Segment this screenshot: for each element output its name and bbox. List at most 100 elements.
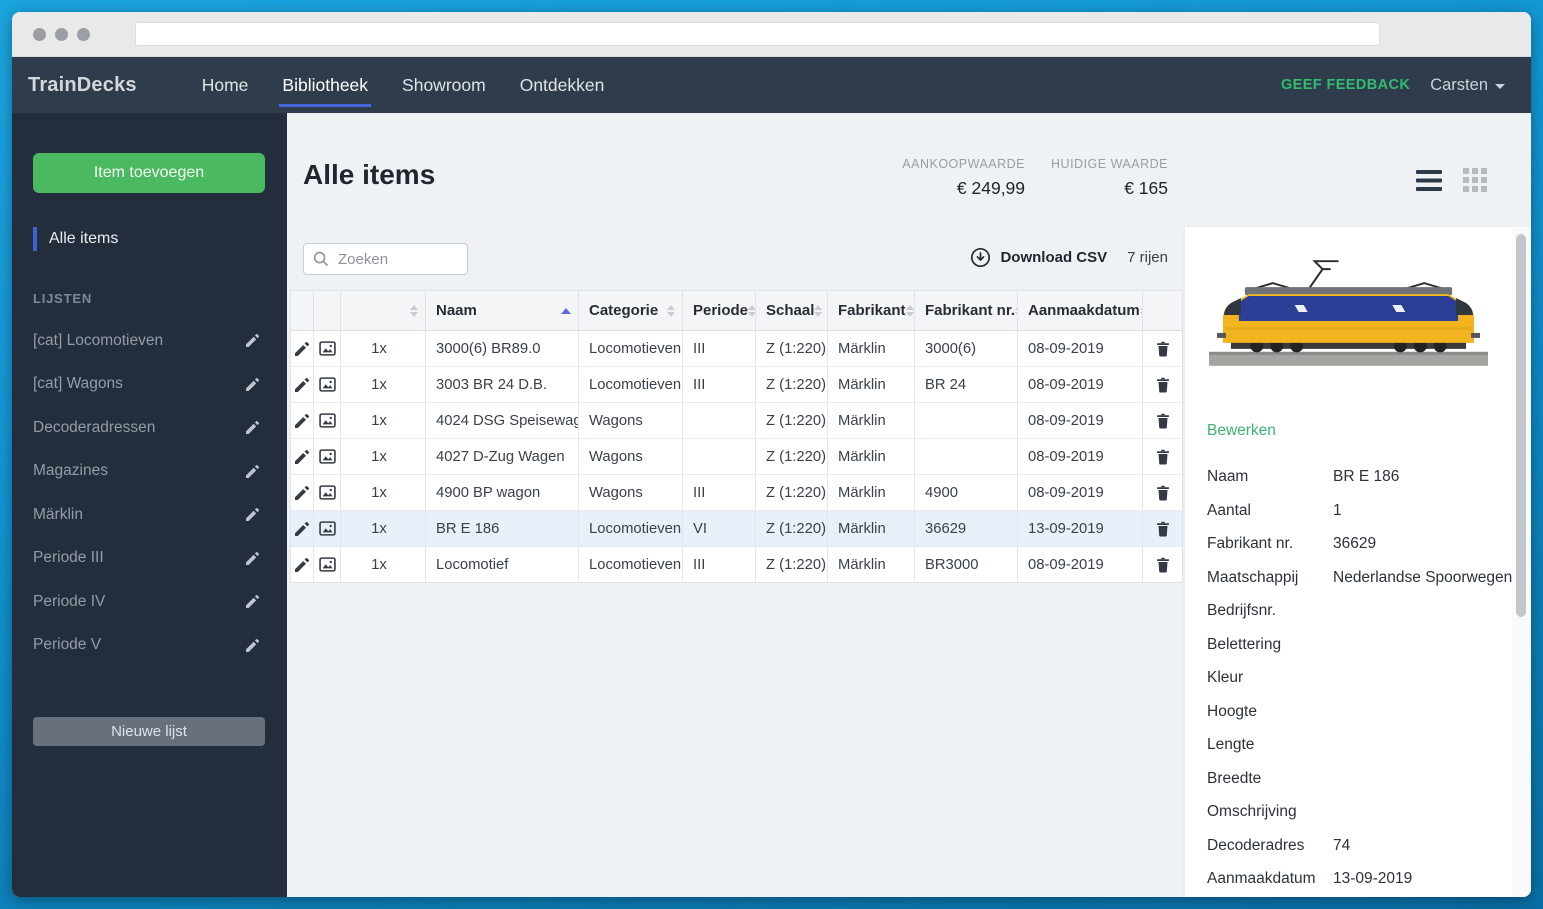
image-icon[interactable] xyxy=(314,331,341,366)
cell-quantity: 1x xyxy=(341,403,426,438)
image-icon[interactable] xyxy=(314,403,341,438)
cell-periode: III xyxy=(683,367,756,402)
sidebar-list-item[interactable]: Märklin xyxy=(12,493,287,537)
trash-icon[interactable] xyxy=(1143,403,1182,438)
column-header[interactable] xyxy=(314,291,341,330)
download-icon[interactable] xyxy=(970,247,991,268)
grid-view-icon[interactable] xyxy=(1463,168,1487,192)
sidebar-list-item[interactable]: Magazines xyxy=(12,450,287,494)
table-row[interactable]: 1x 4024 DSG Speisewagen Wagons Z (1:220)… xyxy=(291,403,1182,439)
sort-icon[interactable] xyxy=(814,304,823,317)
nav-link[interactable]: Showroom xyxy=(389,57,499,113)
trash-icon[interactable] xyxy=(1143,475,1182,510)
sidebar-list-item[interactable]: Periode IV xyxy=(12,580,287,624)
sidebar-list-item[interactable]: [cat] Locomotieven xyxy=(12,319,287,363)
window-control-minimize[interactable] xyxy=(55,28,68,41)
table-row[interactable]: 1x 4900 BP wagon Wagons III Z (1:220) Mä… xyxy=(291,475,1182,511)
detail-field-label: Omschrijving xyxy=(1207,803,1297,820)
feedback-link[interactable]: GEEF FEEDBACK xyxy=(1281,77,1410,93)
detail-field-row: Aanmaakdatum 13-09-2019 xyxy=(1207,869,1497,889)
edit-pencil-icon[interactable] xyxy=(246,551,259,565)
new-list-button[interactable]: Nieuwe lijst xyxy=(33,717,265,746)
purchase-value-label: AANKOOPWAARDE xyxy=(902,157,1026,171)
scrollbar-thumb[interactable] xyxy=(1516,234,1526,617)
trash-icon[interactable] xyxy=(1143,367,1182,402)
edit-pencil-icon[interactable] xyxy=(246,334,259,348)
table-row[interactable]: 1x Locomotief Locomotieven III Z (1:220)… xyxy=(291,547,1182,582)
trash-icon[interactable] xyxy=(1143,547,1182,582)
image-icon[interactable] xyxy=(314,439,341,474)
column-header[interactable]: Naam xyxy=(426,291,579,330)
edit-pencil-icon[interactable] xyxy=(246,638,259,652)
column-header[interactable]: Fabrikant xyxy=(828,291,915,330)
edit-pencil-icon[interactable] xyxy=(246,421,259,435)
view-toggle xyxy=(1416,168,1487,192)
column-header-label: Fabrikant nr. xyxy=(925,302,1016,319)
cell-periode xyxy=(683,403,756,438)
sidebar-item-all-items[interactable]: Alle items xyxy=(33,227,118,251)
window-controls xyxy=(33,28,90,41)
edit-pencil-icon[interactable] xyxy=(291,367,314,402)
window-control-close[interactable] xyxy=(33,28,46,41)
nav-link[interactable]: Home xyxy=(189,57,262,113)
sidebar-list-item[interactable]: Periode V xyxy=(12,624,287,668)
detail-field-value: 13-09-2019 xyxy=(1333,870,1413,887)
edit-pencil-icon[interactable] xyxy=(246,508,259,522)
scrollbar-track[interactable] xyxy=(1512,227,1531,897)
edit-pencil-icon[interactable] xyxy=(246,595,259,609)
nav-link[interactable]: Bibliotheek xyxy=(269,57,381,113)
sidebar-list-item[interactable]: [cat] Wagons xyxy=(12,363,287,407)
app-logo[interactable]: TrainDecks xyxy=(28,74,137,97)
user-menu[interactable]: Carsten xyxy=(1430,76,1505,95)
trash-icon[interactable] xyxy=(1143,511,1182,546)
add-item-button[interactable]: Item toevoegen xyxy=(33,153,265,193)
window-control-maximize[interactable] xyxy=(77,28,90,41)
table-row[interactable]: 1x BR E 186 Locomotieven VI Z (1:220) Mä… xyxy=(291,511,1182,547)
edit-pencil-icon[interactable] xyxy=(246,377,259,391)
image-icon[interactable] xyxy=(314,475,341,510)
sort-icon[interactable] xyxy=(748,304,755,317)
page-title: Alle items xyxy=(303,159,436,190)
edit-item-link[interactable]: Bewerken xyxy=(1207,422,1276,440)
edit-pencil-icon[interactable] xyxy=(246,464,259,478)
cell-periode: III xyxy=(683,475,756,510)
sort-icon[interactable] xyxy=(667,304,675,317)
sort-icon[interactable] xyxy=(905,304,914,317)
column-header-label: Aanmaakdatum xyxy=(1028,302,1140,319)
edit-pencil-icon[interactable] xyxy=(291,439,314,474)
sort-icon[interactable] xyxy=(410,304,418,317)
table-row[interactable]: 1x 3000(6) BR89.0 Locomotieven III Z (1:… xyxy=(291,331,1182,367)
edit-pencil-icon[interactable] xyxy=(291,403,314,438)
column-header[interactable] xyxy=(1143,291,1182,330)
sidebar-list-item[interactable]: Periode III xyxy=(12,537,287,581)
detail-field-label: Bedrijfsnr. xyxy=(1207,602,1276,619)
cell-quantity: 1x xyxy=(341,367,426,402)
edit-pencil-icon[interactable] xyxy=(291,331,314,366)
edit-pencil-icon[interactable] xyxy=(291,511,314,546)
nav-link[interactable]: Ontdekken xyxy=(507,57,618,113)
purchase-value: € 249,99 xyxy=(956,178,1026,198)
table-row[interactable]: 1x 4027 D-Zug Wagen Wagons Z (1:220) Mär… xyxy=(291,439,1182,475)
trash-icon[interactable] xyxy=(1143,331,1182,366)
trash-icon[interactable] xyxy=(1143,439,1182,474)
column-header[interactable]: Fabrikant nr. xyxy=(915,291,1018,330)
search-input[interactable] xyxy=(336,249,451,269)
image-icon[interactable] xyxy=(314,367,341,402)
column-header[interactable]: Schaal xyxy=(756,291,828,330)
edit-pencil-icon[interactable] xyxy=(291,475,314,510)
column-header[interactable] xyxy=(291,291,314,330)
image-icon[interactable] xyxy=(314,511,341,546)
download-csv-button[interactable]: Download CSV xyxy=(1000,249,1107,266)
cell-quantity: 1x xyxy=(341,547,426,582)
list-view-icon[interactable] xyxy=(1416,169,1442,191)
table-row[interactable]: 1x 3003 BR 24 D.B. Locomotieven III Z (1… xyxy=(291,367,1182,403)
column-header[interactable]: Periode xyxy=(683,291,756,330)
column-header[interactable]: Aanmaakdatum xyxy=(1018,291,1143,330)
column-header[interactable] xyxy=(341,291,426,330)
edit-pencil-icon[interactable] xyxy=(291,547,314,582)
sidebar-list-item[interactable]: Decoderadressen xyxy=(12,406,287,450)
url-bar[interactable] xyxy=(135,22,1380,46)
column-header[interactable]: Categorie xyxy=(579,291,683,330)
image-icon[interactable] xyxy=(314,547,341,582)
detail-field-label: Lengte xyxy=(1207,736,1255,753)
